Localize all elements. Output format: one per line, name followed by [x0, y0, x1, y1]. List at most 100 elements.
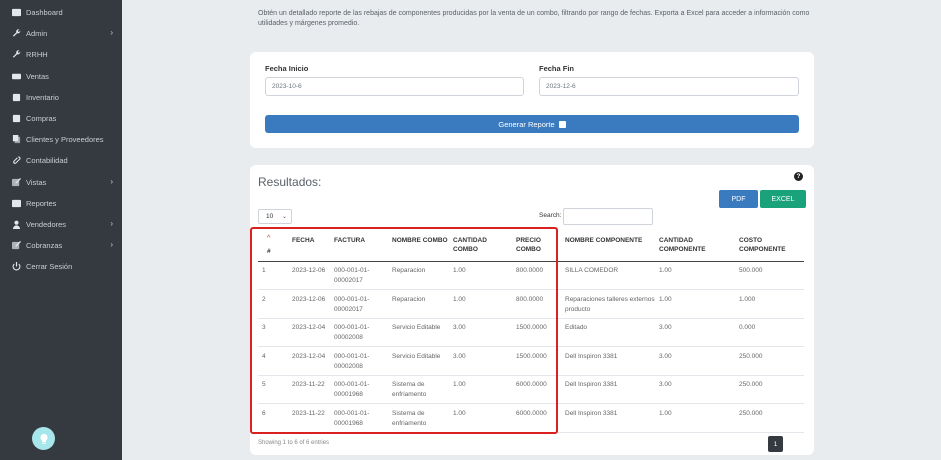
sidebar-item-inventario[interactable]: Inventario — [0, 87, 122, 108]
cell-precio-combo: 1500.0000 — [516, 352, 547, 360]
sidebar-item-cerrar-sesi-n[interactable]: Cerrar Sesión — [0, 256, 122, 277]
list-icon — [11, 199, 21, 209]
table-info: Showing 1 to 6 of 6 entries — [258, 440, 330, 446]
column-header-num[interactable]: # — [267, 247, 287, 256]
cell-cantidad-componente: 1.00 — [659, 295, 672, 303]
cell-factura: 000-001-01-00001968 — [334, 381, 370, 398]
sidebar-item-label: Dashboard — [26, 8, 63, 17]
cell-num: 6 — [262, 409, 266, 417]
chevron-right-icon: › — [110, 240, 113, 249]
cell-factura: 000-001-01-00002008 — [334, 352, 370, 370]
sort-asc-icon[interactable]: ^ — [267, 235, 270, 242]
generate-report-label: Generar Reporte — [498, 119, 555, 129]
chevron-down-icon: ⌄ — [281, 214, 287, 220]
cell-costo-componente: 250.000 — [739, 409, 763, 417]
cell-costo-componente: 250.000 — [739, 352, 763, 360]
money-icon — [11, 72, 21, 82]
table-row: 2 2023-12-06 000-001-01-00002017 Reparacion… — [258, 291, 804, 319]
cell-fecha: 2023-11-22 — [292, 381, 325, 388]
column-header-costo-componente[interactable]: COSTO COMPONENTE — [739, 236, 799, 254]
sidebar-item-label: Reportes — [26, 199, 57, 208]
cell-factura: 000-001-01-00002017 — [334, 267, 370, 284]
cell-fecha: 2023-12-04 — [292, 352, 326, 360]
cell-cantidad-componente: 1.00 — [659, 267, 672, 274]
cell-fecha: 2023-12-04 — [292, 324, 326, 331]
table-row: 6 2023-11-22 000-001-01-00001968 Sistema de… — [258, 405, 804, 433]
cell-nombre-combo: Sistema de enfriamento — [392, 409, 427, 427]
sidebar-item-admin[interactable]: Admin › — [0, 23, 122, 44]
lightbulb-icon[interactable] — [32, 427, 55, 450]
fecha-inicio-label: Fecha Inicio — [265, 64, 309, 73]
search-input[interactable] — [563, 208, 653, 225]
pagination-page-1[interactable]: 1 — [768, 436, 783, 452]
page-length-select[interactable]: 10 ⌄ — [258, 209, 292, 224]
sidebar-item-label: Clientes y Proveedores — [26, 135, 104, 144]
cell-cantidad-componente: 3.00 — [659, 352, 672, 360]
power-icon — [11, 262, 21, 272]
cell-nombre-componente: Reparaciones talleres externos producto — [565, 295, 655, 313]
fecha-inicio-input[interactable]: 2023-10-6 — [265, 77, 524, 96]
cell-costo-componente: 500.000 — [739, 267, 763, 274]
sidebar-item-label: RRHH — [26, 50, 48, 59]
cell-num: 2 — [262, 295, 266, 303]
sidebar-item-ventas[interactable]: Ventas — [0, 66, 122, 87]
cell-nombre-componente: Dell Inspiron 3381 — [565, 381, 618, 388]
sidebar-item-vendedores[interactable]: Vendedores › — [0, 214, 122, 235]
column-header-fecha[interactable]: FECHA — [292, 236, 330, 245]
cell-num: 3 — [262, 324, 266, 331]
sidebar-item-label: Ventas — [26, 72, 49, 81]
table-row: 4 2023-12-04 000-001-01-00002008 Servicio E… — [258, 348, 804, 376]
wrench-icon — [11, 29, 21, 39]
column-header-factura[interactable]: FACTURA — [334, 236, 389, 245]
sidebar-item-label: Vistas — [26, 178, 47, 187]
cell-precio-combo: 800.0000 — [516, 295, 544, 303]
sidebar-item-contabilidad[interactable]: Contabilidad — [0, 150, 122, 171]
sidebar-item-compras[interactable]: Compras — [0, 108, 122, 129]
column-header-precio-combo[interactable]: PRECIO COMBO — [516, 236, 560, 254]
chevron-right-icon: › — [110, 28, 113, 37]
cell-cantidad-componente: 1.00 — [659, 409, 672, 417]
table-row: 3 2023-12-04 000-001-01-00002008 Servicio E… — [258, 319, 804, 347]
sidebar-item-dashboard[interactable]: Dashboard — [0, 2, 122, 23]
sidebar-item-rrhh[interactable]: RRHH — [0, 44, 122, 65]
chevron-right-icon: › — [110, 219, 113, 228]
results-title: Resultados: — [258, 175, 322, 189]
cell-nombre-componente: Editado — [565, 324, 588, 331]
table-row: 5 2023-11-22 000-001-01-00001968 Sistema de… — [258, 376, 804, 404]
fecha-fin-input[interactable]: 2023-12-6 — [539, 77, 799, 96]
pdf-button[interactable]: PDF — [719, 190, 758, 208]
column-header-cantidad-combo[interactable]: CANTIDAD COMBO — [453, 236, 508, 254]
cell-costo-componente: 250.000 — [739, 381, 763, 388]
generate-report-button[interactable]: Generar Reporte — [265, 115, 799, 133]
table-row: 1 2023-12-06 000-001-01-00002017 Reparacion… — [258, 262, 804, 290]
cell-nombre-componente: Dell Inspiron 3381 — [565, 352, 618, 360]
help-icon[interactable]: ? — [794, 172, 803, 181]
fecha-fin-label: Fecha Fin — [539, 64, 575, 73]
chevron-right-icon: › — [110, 177, 113, 186]
box-icon — [11, 114, 21, 124]
cell-precio-combo: 1500.0000 — [516, 324, 547, 331]
cell-fecha: 2023-12-06 — [292, 295, 326, 303]
sidebar-item-clientes-y-proveedores[interactable]: Clientes y Proveedores — [0, 129, 122, 150]
column-header-cantidad-componente[interactable]: CANTIDAD COMPONENTE — [659, 236, 734, 254]
cell-factura: 000-001-01-00001968 — [334, 409, 370, 427]
sidebar-item-cobranzas[interactable]: Cobranzas › — [0, 235, 122, 256]
cell-precio-combo: 6000.0000 — [516, 381, 547, 388]
sidebar-item-reportes[interactable]: Reportes — [0, 193, 122, 214]
cell-cantidad-combo: 1.00 — [453, 409, 466, 417]
cell-cantidad-combo: 3.00 — [453, 352, 466, 360]
cell-nombre-combo: Sistema de enfriamento — [392, 381, 427, 398]
column-header-nombre-componente[interactable]: NOMBRE COMPONENTE — [565, 236, 655, 245]
cell-cantidad-combo: 1.00 — [453, 295, 466, 303]
cell-nombre-componente: Dell Inspiron 3381 — [565, 409, 618, 417]
cell-cantidad-combo: 3.00 — [453, 324, 466, 331]
column-header-nombre-combo[interactable]: NOMBRE COMBO — [392, 236, 450, 245]
sidebar-item-label: Admin — [26, 29, 48, 38]
sidebar-item-label: Cerrar Sesión — [26, 262, 73, 271]
page-length-value: 10 — [266, 213, 274, 220]
edit-icon — [11, 241, 21, 251]
excel-button[interactable]: EXCEL — [760, 190, 806, 208]
sidebar-item-label: Inventario — [26, 93, 59, 102]
page-description: Obtén un detallado reporte de las rebaja… — [258, 10, 810, 27]
sidebar-item-vistas[interactable]: Vistas › — [0, 172, 122, 193]
